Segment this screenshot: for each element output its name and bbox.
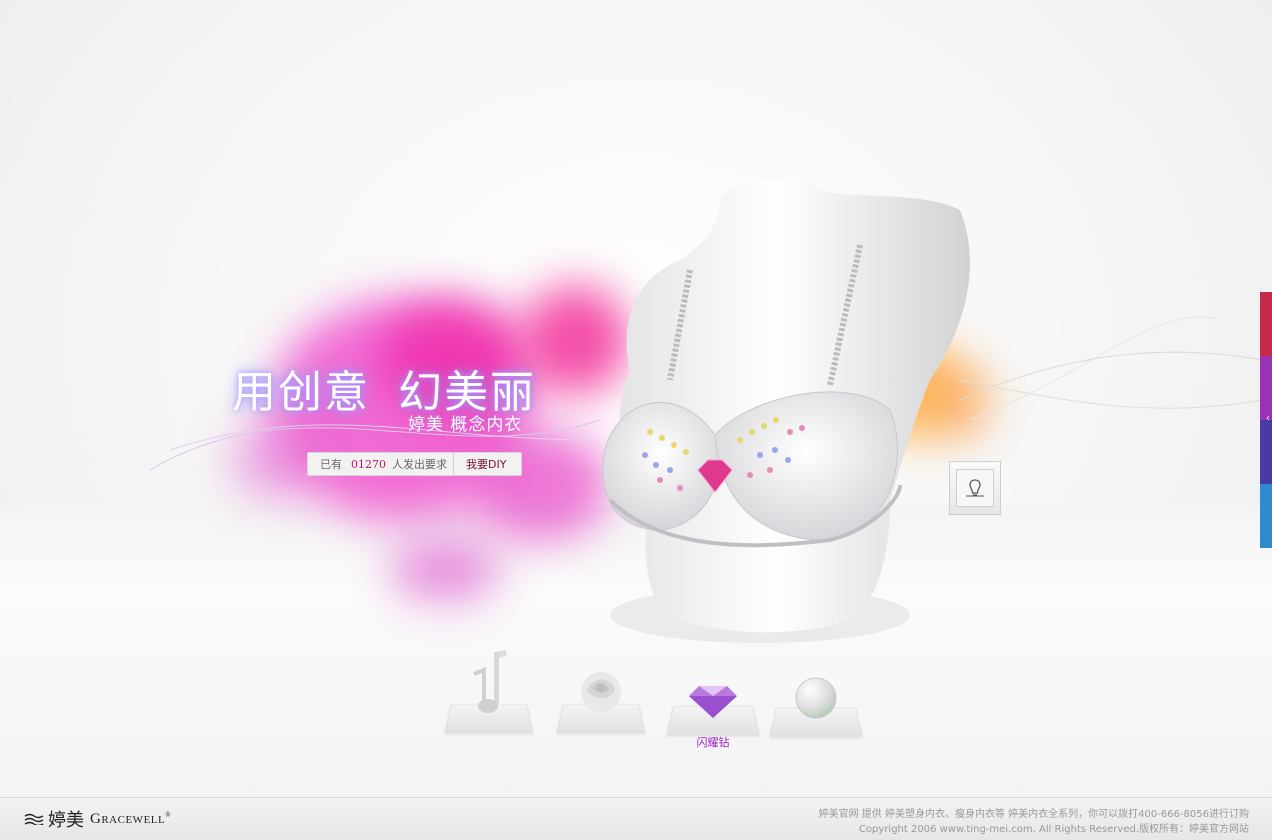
music-note-icon (473, 650, 506, 713)
option-pearl[interactable] (769, 676, 863, 737)
counter-prefix: 已有 (320, 458, 342, 471)
diy-counter-bar: 已有 01270 人发出要求 我要DIY (307, 452, 522, 476)
side-tab-indigo[interactable] (1260, 420, 1272, 484)
side-tab-blue[interactable] (1260, 484, 1272, 548)
light-toggle-button[interactable] (949, 461, 1001, 515)
logo-en: GRACEWELL® (90, 811, 171, 828)
hero-subtitle: 婷美 概念内衣 (408, 415, 523, 435)
footer-line-1: 婷美官网 提供 婷美塑身内衣、瘦身内衣等 婷美内衣全系列，你可以拨打400-66… (818, 809, 1249, 820)
side-tab-arrow-icon[interactable]: ‹ (1266, 413, 1270, 424)
counter-number: 01270 (351, 457, 386, 471)
light-bulb-icon (966, 479, 984, 497)
mannequin-bra-image (602, 179, 970, 643)
logo-registered-mark: ® (165, 810, 172, 819)
option-diamond[interactable]: 闪耀钻 (666, 680, 760, 754)
logo-en-initial: G (90, 810, 102, 827)
rose-icon (581, 672, 621, 712)
logo-wave-icon (24, 813, 44, 825)
diamond-icon (689, 686, 737, 718)
diy-button[interactable]: 我要DIY (466, 456, 506, 472)
side-tab-red[interactable] (1260, 292, 1272, 356)
footer-line-2: Copyright 2006 www.ting-mei.com. All Rig… (858, 824, 1249, 835)
option-music[interactable] (444, 648, 534, 733)
counter-divider (453, 453, 454, 475)
counter-suffix: 人发出要求 (392, 458, 447, 471)
pearl-icon (795, 677, 837, 719)
light-button-frame (956, 469, 994, 507)
option-label-diamond: 闪耀钻 (696, 736, 730, 749)
main-stage: 用创意 幻美丽 婷美 概念内衣 已有 01270 人发出要求 我要DIY 闪耀钻… (0, 0, 1272, 797)
option-rose[interactable] (556, 668, 646, 733)
logo-en-rest: RACEWELL (101, 813, 166, 826)
hero-title-part1: 用创意 (232, 367, 370, 418)
gracewell-logo[interactable]: 婷美 GRACEWELL® (24, 806, 171, 832)
logo-cn: 婷美 (48, 810, 84, 831)
side-tab-purple[interactable] (1260, 356, 1272, 420)
